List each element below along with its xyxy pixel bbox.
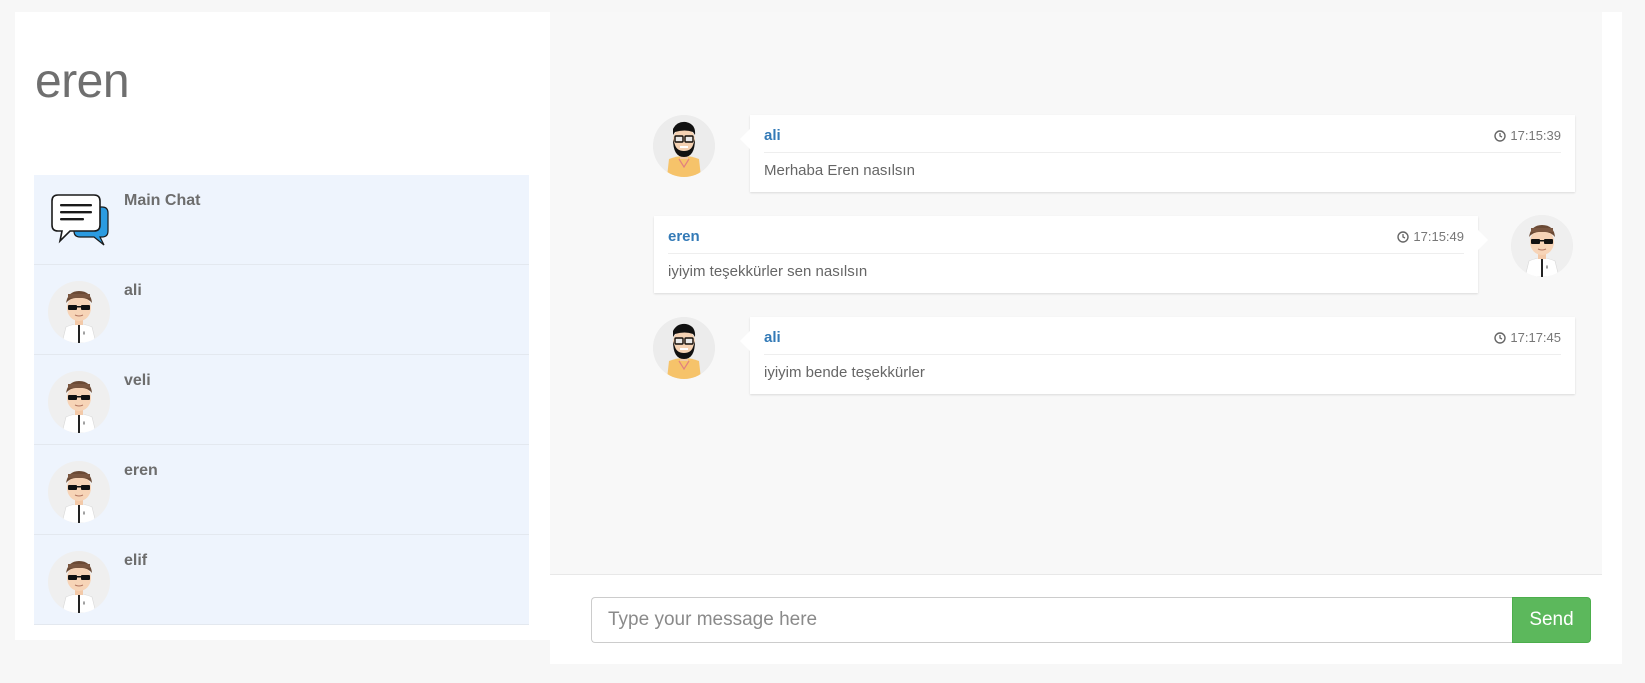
clock-icon xyxy=(1494,332,1506,344)
user-avatar-icon xyxy=(48,551,110,613)
message-bubble: ali 17:17:45 iyiyim bende teşekkürler xyxy=(740,317,1575,394)
message-composer: Send xyxy=(591,597,1591,643)
contact-name: elif xyxy=(124,552,148,569)
chat-bubbles-icon xyxy=(48,191,110,253)
message-bubble: ali 17:15:39 Merhaba Eren nasılsın xyxy=(740,115,1575,192)
message-header: eren 17:15:49 xyxy=(668,228,1464,254)
contact-item-main-chat[interactable]: Main Chat xyxy=(34,175,529,265)
contact-name: ali xyxy=(124,282,142,299)
chat-panel: ali 17:15:39 Merhaba Eren nasılsın eren … xyxy=(550,12,1622,664)
user-avatar-icon xyxy=(48,461,110,523)
message-history[interactable]: ali 17:15:39 Merhaba Eren nasılsın eren … xyxy=(550,12,1602,575)
message-time: 17:15:39 xyxy=(1494,128,1561,143)
send-button[interactable]: Send xyxy=(1512,597,1591,643)
clock-icon xyxy=(1494,130,1506,142)
contact-item-eren[interactable]: eren xyxy=(34,445,529,535)
sidebar-panel: eren Main Chat ali veli eren elif xyxy=(15,12,550,640)
message-sender: eren xyxy=(668,228,700,245)
user-avatar-icon xyxy=(48,371,110,433)
contact-name: veli xyxy=(124,372,151,389)
clock-icon xyxy=(1397,231,1409,243)
message-timestamp: 17:15:39 xyxy=(1510,128,1561,143)
current-username: eren xyxy=(35,55,130,108)
contact-name: Main Chat xyxy=(124,192,201,209)
message-sender: ali xyxy=(764,127,781,144)
bearded-man-avatar-icon xyxy=(653,317,715,379)
contact-item-veli[interactable]: veli xyxy=(34,355,529,445)
message-header: ali 17:15:39 xyxy=(764,127,1561,153)
contact-item-ali[interactable]: ali xyxy=(34,265,529,355)
message-time: 17:15:49 xyxy=(1397,229,1464,244)
message-sender: ali xyxy=(764,329,781,346)
contact-name: eren xyxy=(124,462,158,479)
message-input[interactable] xyxy=(591,597,1512,643)
message-text: iyiyim bende teşekkürler xyxy=(764,364,925,381)
message-timestamp: 17:17:45 xyxy=(1510,330,1561,345)
message-timestamp: 17:15:49 xyxy=(1413,229,1464,244)
message-time: 17:17:45 xyxy=(1494,330,1561,345)
contact-list: Main Chat ali veli eren elif xyxy=(34,175,529,625)
bearded-man-avatar-icon xyxy=(653,115,715,177)
message-bubble: eren 17:15:49 iyiyim teşekkürler sen nas… xyxy=(654,216,1488,293)
user-avatar-icon xyxy=(1511,215,1573,277)
message-header: ali 17:17:45 xyxy=(764,329,1561,355)
contact-item-elif[interactable]: elif xyxy=(34,535,529,625)
user-avatar-icon xyxy=(48,281,110,343)
message-text: Merhaba Eren nasılsın xyxy=(764,162,915,179)
message-text: iyiyim teşekkürler sen nasılsın xyxy=(668,263,868,280)
